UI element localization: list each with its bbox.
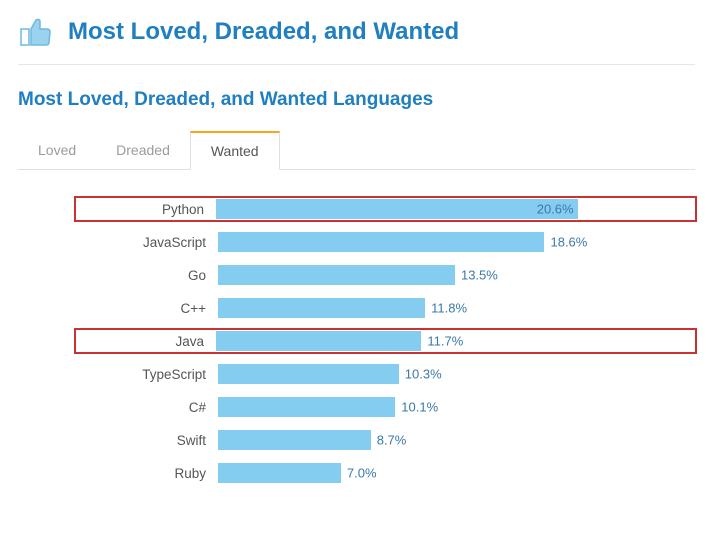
chart-row: C#10.1% [78, 396, 695, 418]
chart-row: C++11.8% [78, 297, 695, 319]
chart-row-label: Go [78, 268, 218, 283]
chart-row-label: C# [78, 400, 218, 415]
chart-bar-wrap: 7.0% [218, 463, 695, 483]
chart-row: JavaScript18.6% [78, 231, 695, 253]
tab-loved[interactable]: Loved [18, 131, 96, 169]
chart-row-label: JavaScript [78, 235, 218, 250]
chart-row-label: TypeScript [78, 367, 218, 382]
chart-bar-wrap: 13.5% [218, 265, 695, 285]
chart-bar: 11.7% [216, 331, 421, 351]
chart-value-label: 11.8% [431, 301, 467, 316]
tab-wanted[interactable]: Wanted [190, 131, 280, 170]
chart-bar: 18.6% [218, 232, 544, 252]
chart-row: Go13.5% [78, 264, 695, 286]
chart-bar: 13.5% [218, 265, 455, 285]
chart-bar-wrap: 8.7% [218, 430, 695, 450]
section-title: Most Loved, Dreaded, and Wanted Language… [18, 89, 695, 111]
chart-bar: 10.1% [218, 397, 395, 417]
chart-row-label: Ruby [78, 466, 218, 481]
chart-value-label: 13.5% [461, 268, 498, 283]
chart-value-label: 10.3% [405, 367, 442, 382]
chart-bar: 10.3% [218, 364, 399, 384]
tab-label: Wanted [211, 143, 259, 159]
tab-label: Dreaded [116, 142, 170, 158]
chart-bar-wrap: 18.6% [218, 232, 695, 252]
chart-row: TypeScript10.3% [78, 363, 695, 385]
thumbs-up-icon [18, 14, 54, 50]
chart-row-label: C++ [78, 301, 218, 316]
chart-value-label: 18.6% [550, 235, 587, 250]
chart-row-label: Java [76, 334, 216, 349]
chart-bar: 11.8% [218, 298, 425, 318]
header-divider [18, 64, 695, 65]
chart-row: Ruby7.0% [78, 462, 695, 484]
chart-bar-wrap: 10.3% [218, 364, 695, 384]
chart-value-label: 20.6% [537, 202, 574, 217]
chart-bar: 8.7% [218, 430, 371, 450]
chart-value-label: 7.0% [347, 466, 377, 481]
chart-value-label: 11.7% [427, 334, 463, 349]
chart-value-label: 10.1% [401, 400, 438, 415]
chart-bar-wrap: 11.8% [218, 298, 695, 318]
chart-value-label: 8.7% [377, 433, 407, 448]
chart-bar-wrap: 20.6% [216, 199, 693, 219]
tab-label: Loved [38, 142, 76, 158]
chart-row: Python 20.6% [76, 198, 695, 220]
chart-row: Swift8.7% [78, 429, 695, 451]
chart-row-label: Swift [78, 433, 218, 448]
chart-bar: 20.6% [216, 199, 578, 219]
bar-chart: Python20.6%JavaScript18.6%Go13.5%C++11.8… [18, 198, 695, 484]
chart-row: Java11.7% [76, 330, 695, 352]
chart-bar-wrap: 11.7% [216, 331, 693, 351]
tab-dreaded[interactable]: Dreaded [96, 131, 190, 169]
chart-bar-wrap: 10.1% [218, 397, 695, 417]
page-header: Most Loved, Dreaded, and Wanted [18, 14, 695, 50]
chart-row-label: Python [76, 202, 216, 217]
tabs: Loved Dreaded Wanted [18, 131, 695, 170]
chart-bar: 7.0% [218, 463, 341, 483]
page-title: Most Loved, Dreaded, and Wanted [68, 18, 459, 46]
